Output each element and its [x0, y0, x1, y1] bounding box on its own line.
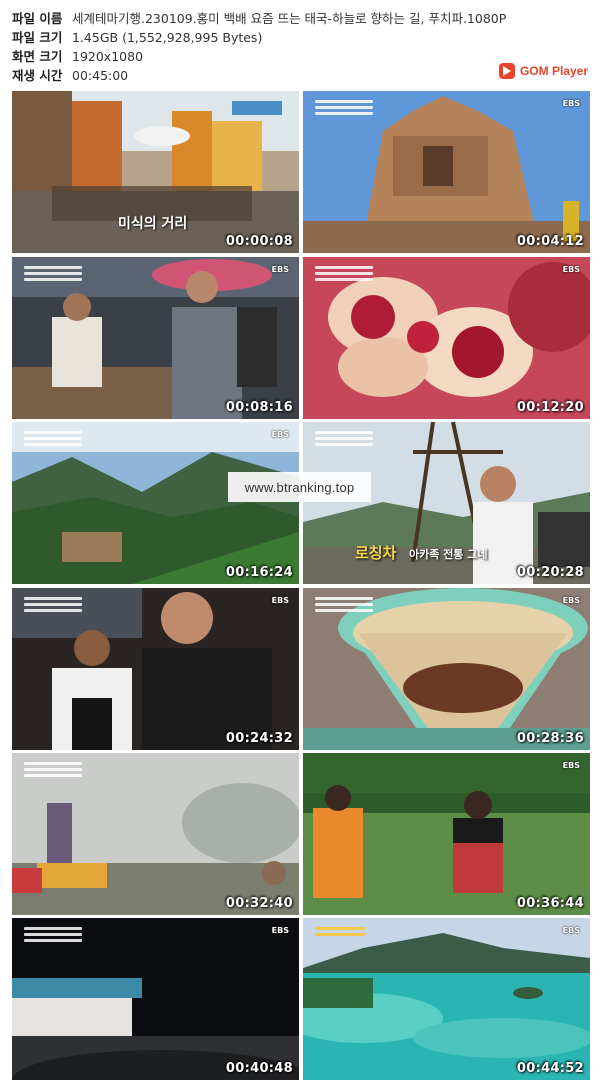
program-badge: [315, 100, 373, 122]
program-badge: [24, 762, 82, 784]
program-badge: [315, 266, 373, 288]
program-badge: [24, 266, 82, 288]
channel-logo: EBS: [562, 265, 580, 274]
timestamp: 00:40:48: [225, 1061, 293, 1076]
thumbnail-4[interactable]: EBS 00:12:20: [303, 257, 590, 419]
duration-label: 재생 시간: [12, 68, 63, 83]
field-scene-image: [303, 753, 590, 915]
thumbnail-9[interactable]: 00:32:40: [12, 753, 299, 915]
timestamp: 00:32:40: [225, 896, 293, 911]
thumbnail-6[interactable]: 로칭차 아카족 전통 그네 00:20:28: [303, 422, 590, 584]
thumbnail-1[interactable]: 미식의 거리 00:00:08: [12, 91, 299, 253]
duration-row: 재생 시간 00:45:00: [12, 66, 506, 85]
gom-player-logo-text: GOM Player: [519, 64, 588, 78]
thumbnail-10[interactable]: EBS 00:36:44: [303, 753, 590, 915]
thumbnail-caption: 로칭차: [355, 544, 397, 562]
channel-logo: EBS: [562, 596, 580, 605]
timestamp: 00:08:16: [225, 400, 293, 415]
program-badge: [315, 431, 373, 453]
program-badge: [24, 927, 82, 949]
thumbnail-caption: 미식의 거리: [118, 216, 188, 232]
thumbnail-12[interactable]: EBS 00:44:52: [303, 918, 590, 1080]
gom-player-logo: GOM Player: [498, 63, 588, 79]
thumbnail-11[interactable]: EBS 00:40:48: [12, 918, 299, 1080]
channel-logo: EBS: [562, 761, 580, 770]
program-badge: [315, 597, 373, 619]
file-name-row: 파일 이름 세계테마기행.230109.홍미 백배 요즘 뜨는 태국-하늘로 향…: [12, 9, 506, 28]
thumbnail-5[interactable]: EBS 00:16:24: [12, 422, 299, 584]
channel-logo: EBS: [271, 596, 289, 605]
thumbnail-8[interactable]: EBS 00:28:36: [303, 588, 590, 750]
channel-logo: EBS: [562, 926, 580, 935]
thumbnail-subcaption: 아카족 전통 그네: [409, 548, 488, 561]
thumbnail-3[interactable]: EBS 00:08:16: [12, 257, 299, 419]
timestamp: 00:16:24: [225, 565, 293, 580]
file-name-label: 파일 이름: [12, 11, 63, 26]
program-badge: [24, 597, 82, 619]
resolution-row: 화면 크기 1920x1080: [12, 47, 506, 66]
program-badge: [24, 431, 82, 453]
thumbnail-grid: 미식의 거리 00:00:08 EBS 00:04:12 EBS 00:08:1…: [12, 91, 590, 1080]
timestamp: 00:04:12: [516, 234, 584, 249]
resolution-value: 1920x1080: [72, 49, 144, 64]
timestamp: 00:00:08: [225, 234, 293, 249]
channel-logo: EBS: [562, 99, 580, 108]
duration-value: 00:45:00: [72, 68, 129, 83]
file-size-label: 파일 크기: [12, 30, 63, 45]
timestamp: 00:20:28: [516, 565, 584, 580]
file-size-value: 1.45GB (1,552,928,995 Bytes): [72, 30, 263, 45]
thumbnail-7[interactable]: EBS 00:24:32: [12, 588, 299, 750]
timestamp: 00:28:36: [516, 731, 584, 746]
timestamp: 00:12:20: [516, 400, 584, 415]
thumbnail-2[interactable]: EBS 00:04:12: [303, 91, 590, 253]
program-badge: [315, 927, 365, 949]
timestamp: 00:44:52: [516, 1061, 584, 1076]
watermark-text: www.btranking.top: [228, 472, 371, 502]
file-info-panel: 파일 이름 세계테마기행.230109.홍미 백배 요즘 뜨는 태국-하늘로 향…: [12, 9, 506, 85]
file-size-row: 파일 크기 1.45GB (1,552,928,995 Bytes): [12, 28, 506, 47]
file-name-value: 세계테마기행.230109.홍미 백배 요즘 뜨는 태국-하늘로 향하는 길, …: [72, 11, 507, 26]
timestamp: 00:36:44: [516, 896, 584, 911]
channel-logo: EBS: [271, 926, 289, 935]
timestamp: 00:24:32: [225, 731, 293, 746]
channel-logo: EBS: [271, 265, 289, 274]
resolution-label: 화면 크기: [12, 49, 63, 64]
channel-logo: EBS: [271, 430, 289, 439]
gom-player-icon: [498, 63, 515, 79]
